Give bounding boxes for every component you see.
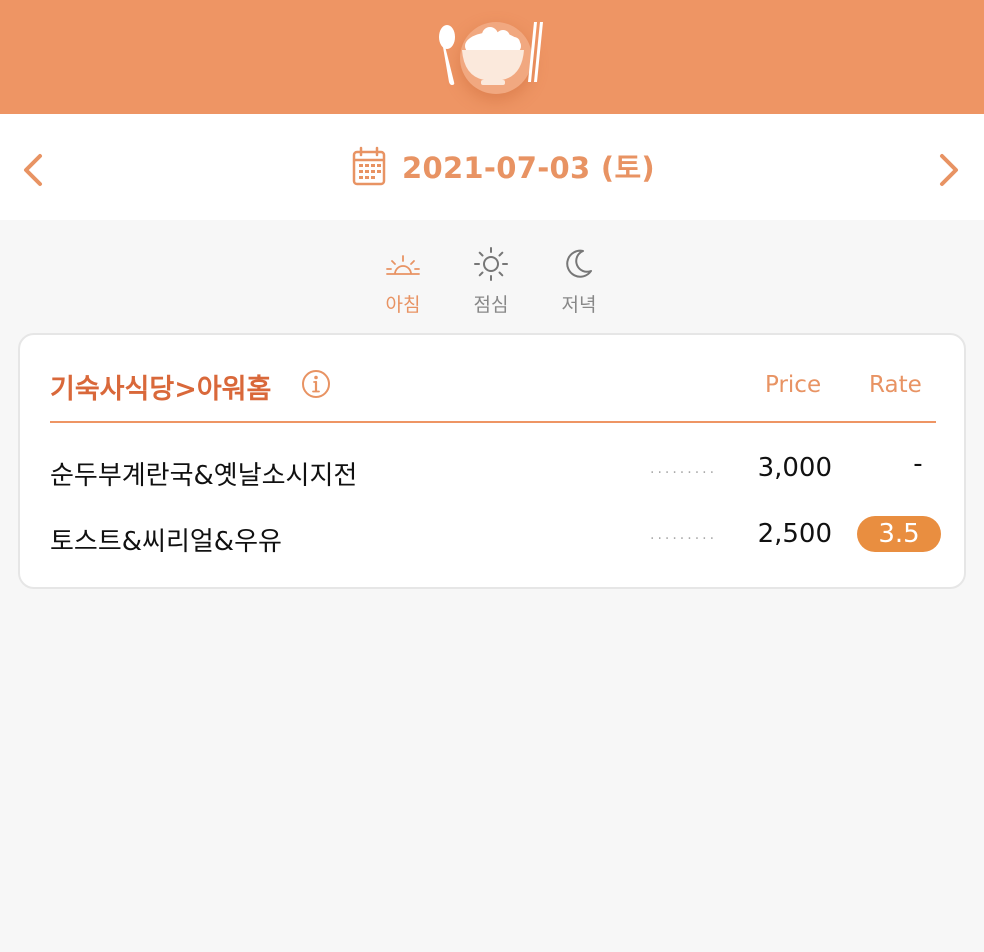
restaurant-title: 기숙사식당>아워홈 [50, 374, 272, 405]
calendar-icon [352, 146, 386, 186]
current-date: 2021-07-03 (토) [402, 151, 655, 185]
meal-tabs: 아침 점심 저녁 [0, 244, 984, 324]
previous-day-button[interactable] [14, 150, 54, 190]
next-day-button[interactable] [928, 150, 968, 190]
chevron-right-icon [940, 154, 958, 186]
price-column-header: Price [765, 372, 822, 398]
date-display[interactable]: 2021-07-03 (토) [352, 144, 655, 188]
tab-lunch-label: 점심 [473, 294, 509, 316]
menu-item-rate[interactable]: - [888, 449, 948, 479]
date-navigation-bar: 2021-07-03 (토) [0, 114, 984, 220]
tab-breakfast[interactable]: 아침 [373, 244, 433, 316]
menu-item[interactable]: 토스트&씨리얼&우유 ········· 2,500 3.5 [50, 513, 942, 563]
moon-icon [566, 249, 592, 278]
sunrise-icon [386, 255, 420, 275]
menu-card: 기숙사식당>아워홈 Price Rate 순두부계란국&옛날소시지전 ·····… [18, 333, 966, 589]
menu-item[interactable]: 순두부계란국&옛날소시지전 ········· 3,000 - [50, 447, 942, 497]
menu-item-name: 순두부계란국&옛날소시지전 [50, 461, 358, 491]
chevron-left-icon [24, 154, 42, 186]
menu-item-price: 2,500 [757, 519, 832, 549]
rating-badge[interactable]: 3.5 [857, 516, 941, 552]
menu-item-name: 토스트&씨리얼&우유 [50, 527, 282, 557]
tab-dinner-label: 저녁 [561, 294, 597, 316]
leader-dots: ········· [650, 531, 718, 547]
rice-bowl-logo-icon [432, 18, 552, 94]
leader-dots: ········· [650, 465, 718, 481]
menu-item-price: 3,000 [757, 453, 832, 483]
info-icon[interactable] [301, 369, 331, 399]
header-divider [50, 421, 936, 423]
tab-breakfast-label: 아침 [385, 294, 421, 316]
tab-lunch[interactable]: 점심 [461, 244, 521, 316]
tab-dinner[interactable]: 저녁 [549, 244, 609, 316]
app-header [0, 0, 984, 114]
rate-column-header: Rate [869, 372, 922, 398]
sun-icon [474, 247, 508, 281]
